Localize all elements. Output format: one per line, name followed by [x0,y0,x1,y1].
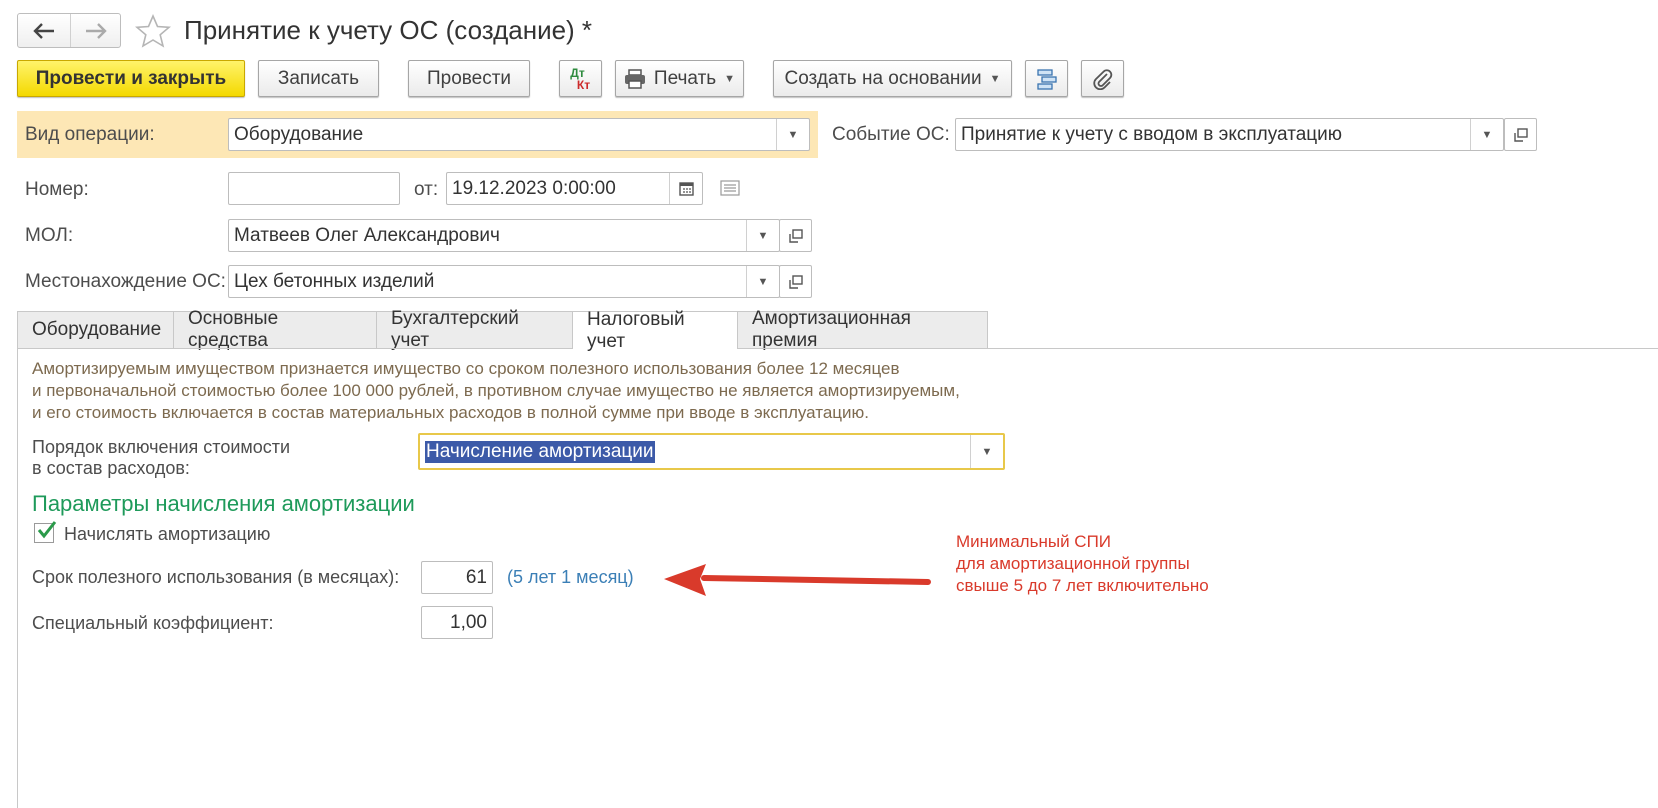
comment-icon [720,180,740,196]
annotation-arrow-icon [664,564,931,596]
forward-button[interactable] [70,14,121,47]
expense-order-value: Начисление амортизации [425,440,655,463]
arrow-right-icon [85,22,107,39]
chevron-down-icon: ▼ [989,72,1001,85]
printer-icon [624,68,645,89]
location-open-button[interactable] [779,265,812,298]
tab-content-top-line-left [17,348,572,349]
expense-order-label-line: Порядок включения стоимости [32,437,291,457]
useful-life-value: 61 [465,566,487,588]
event-value: Принятие к учету с вводом в эксплуатацию [961,123,1343,145]
location-value: Цех бетонных изделий [234,270,435,292]
page-title: Принятие к учету ОС (создание) * [184,15,593,45]
depreciation-params-heading: Параметры начисления амортизации [32,491,415,516]
save-button[interactable]: Записать [258,60,379,97]
event-open-button[interactable] [1504,118,1537,151]
tab-tax-accounting[interactable]: Налоговый учет [572,309,738,352]
operation-value: Оборудование [234,123,364,145]
accrue-depreciation-label: Начислять амортизацию [64,524,271,544]
create-based-on-label: Создать на основании [784,67,982,89]
attach-button[interactable] [1081,60,1124,97]
tab-label: Налоговый учет [587,308,685,352]
tax-info-text: Амортизируемым имуществом признается иму… [32,358,960,424]
tab-label: Амортизационная премия [752,308,911,351]
tab-depreciation-bonus[interactable]: Амортизационная премия [737,308,988,351]
chevron-down-icon[interactable]: ▼ [1470,119,1503,150]
dt-icon: Дт [570,65,585,80]
date-from-label: от: [414,179,439,200]
structure-icon [1036,68,1057,90]
star-icon [134,13,172,48]
useful-life-hint: (5 лет 1 месяц) [507,567,634,587]
expense-order-label: Порядок включения стоимости в состав рас… [32,437,290,479]
expense-order-select[interactable]: Начисление амортизации ▼ [418,433,1005,470]
date-value: 19.12.2023 0:00:00 [452,177,616,199]
post-and-close-button[interactable]: Провести и закрыть [17,60,245,97]
tab-label: Бухгалтерский учет [391,308,519,351]
post-label: Провести [426,67,512,89]
accrue-depreciation-checkbox[interactable] [34,521,57,543]
date-input[interactable]: 19.12.2023 0:00:00 [446,172,703,205]
tab-accounting[interactable]: Бухгалтерский учет [376,308,573,351]
save-label: Записать [277,67,360,89]
annotation-line: свыше 5 до 7 лет включительно [956,576,1209,595]
expense-order-label-line: в состав расходов: [32,458,190,478]
special-coefficient-input[interactable]: 1,00 [421,606,493,639]
open-window-icon [788,274,803,289]
back-button[interactable] [18,14,71,47]
calendar-button[interactable] [669,173,702,204]
event-label: Событие ОС: [832,124,950,145]
structure-button[interactable] [1025,60,1068,97]
tax-info-line: и его стоимость включается в состав мате… [32,403,870,422]
location-label: Местонахождение ОС: [25,271,226,292]
nav-group [17,13,121,48]
mol-label: МОЛ: [25,225,74,246]
print-label: Печать [653,67,717,89]
open-window-icon [788,228,803,243]
operation-select[interactable]: Оборудование ▼ [228,118,810,151]
tab-label: Основные средства [188,308,279,351]
tab-content-left-border [17,348,18,808]
mol-value: Матвеев Олег Александрович [234,224,500,246]
tax-info-line: Амортизируемым имуществом признается иму… [32,359,900,378]
special-coefficient-value: 1,00 [450,611,487,633]
tab-equipment[interactable]: Оборудование [17,311,174,348]
tax-info-line: и первоначальной стоимостью более 100 00… [32,381,960,400]
chevron-down-icon[interactable]: ▼ [776,119,809,150]
post-button[interactable]: Провести [408,60,530,97]
chevron-down-icon[interactable]: ▼ [746,220,779,251]
event-select[interactable]: Принятие к учету с вводом в эксплуатацию… [955,118,1504,151]
calendar-icon [678,182,694,196]
location-select[interactable]: Цех бетонных изделий ▼ [228,265,780,298]
annotation-line: Минимальный СПИ [956,532,1112,551]
useful-life-input[interactable]: 61 [421,561,493,594]
mol-select[interactable]: Матвеев Олег Александрович ▼ [228,219,780,252]
comment-button[interactable] [720,180,740,201]
operation-label: Вид операции: [25,124,155,145]
number-label: Номер: [25,179,89,200]
special-coefficient-label: Специальный коэффициент: [32,613,274,633]
favorite-button[interactable] [134,13,172,53]
arrow-left-icon [33,22,54,39]
kt-icon: Кт [576,77,591,92]
paperclip-icon [1092,68,1112,90]
annotation-line: для амортизационной группы [956,554,1190,573]
chevron-down-icon[interactable]: ▼ [970,435,1003,468]
checkmark-icon [37,521,57,539]
chevron-down-icon: ▼ [724,72,736,85]
tab-content-top-line-right [738,348,1658,349]
annotation-text: Минимальный СПИ для амортизационной груп… [956,531,1209,597]
number-input[interactable] [228,172,400,205]
dt-kt-button[interactable]: Дт Кт [559,60,602,97]
chevron-down-icon[interactable]: ▼ [746,266,779,297]
post-and-close-label: Провести и закрыть [35,67,227,89]
create-based-on-button[interactable]: Создать на основании ▼ [773,60,1012,97]
tab-fixed-assets[interactable]: Основные средства [173,308,377,351]
mol-open-button[interactable] [779,219,812,252]
open-window-icon [1513,127,1528,142]
print-button[interactable]: Печать ▼ [615,60,744,97]
useful-life-label: Срок полезного использования (в месяцах)… [32,567,400,587]
tab-label: Оборудование [32,319,162,340]
